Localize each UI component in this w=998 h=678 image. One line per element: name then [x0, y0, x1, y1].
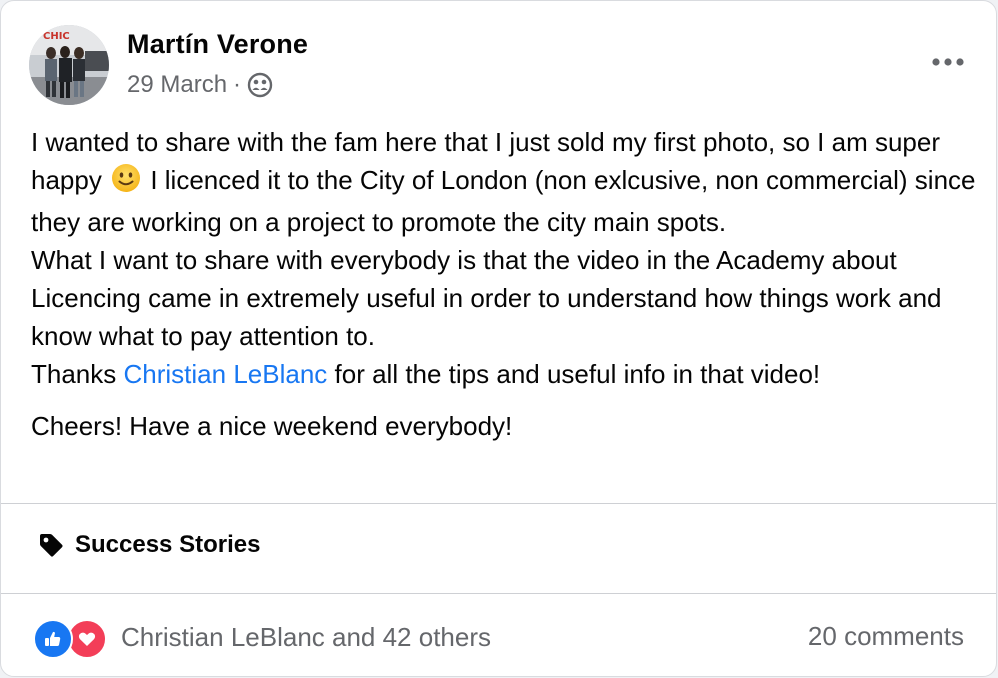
more-options-button[interactable]	[926, 47, 970, 77]
reaction-icons	[33, 617, 109, 659]
more-options-icon	[932, 58, 964, 66]
love-icon	[67, 619, 107, 659]
topic-tag[interactable]: Success Stories	[37, 531, 260, 559]
mention-link[interactable]: Christian LeBlanc	[124, 359, 328, 389]
post-paragraph: I wanted to share with the fam here that…	[31, 123, 981, 393]
like-icon	[33, 619, 73, 659]
post-text: Thanks	[31, 359, 117, 389]
post-date[interactable]: 29 March	[127, 71, 227, 99]
reactions-summary[interactable]: Christian LeBlanc and 42 others	[33, 617, 492, 659]
meta-separator: ·	[233, 71, 242, 98]
avatar-photo: CHIC	[29, 25, 109, 105]
divider	[1, 593, 996, 594]
post-body: I wanted to share with the fam here that…	[31, 123, 981, 445]
post-text: What I want to share with everybody is t…	[31, 245, 942, 351]
comments-count[interactable]: 20 comments	[808, 621, 964, 652]
post-text: for all the tips and useful info in that…	[334, 359, 821, 389]
post-text: I licenced it to the City of London (non…	[31, 165, 976, 237]
post-header: CHIC Martín Verone 29 March ·	[29, 25, 976, 109]
svg-text:CHIC: CHIC	[43, 31, 70, 42]
topic-label: Success Stories	[75, 531, 261, 558]
slightly-smiling-face-icon	[111, 163, 141, 203]
post-meta: 29 March ·	[127, 71, 273, 99]
reactions-text: Christian LeBlanc and 42 others	[121, 621, 492, 652]
post-paragraph: Cheers! Have a nice weekend everybody!	[31, 411, 513, 441]
avatar[interactable]: CHIC	[29, 25, 109, 105]
divider	[1, 503, 996, 504]
author-name[interactable]: Martín Verone	[127, 29, 308, 60]
tag-icon	[37, 531, 65, 559]
group-icon	[247, 72, 273, 98]
post-card: CHIC Martín Verone 29 March · I wanted t…	[0, 0, 997, 677]
